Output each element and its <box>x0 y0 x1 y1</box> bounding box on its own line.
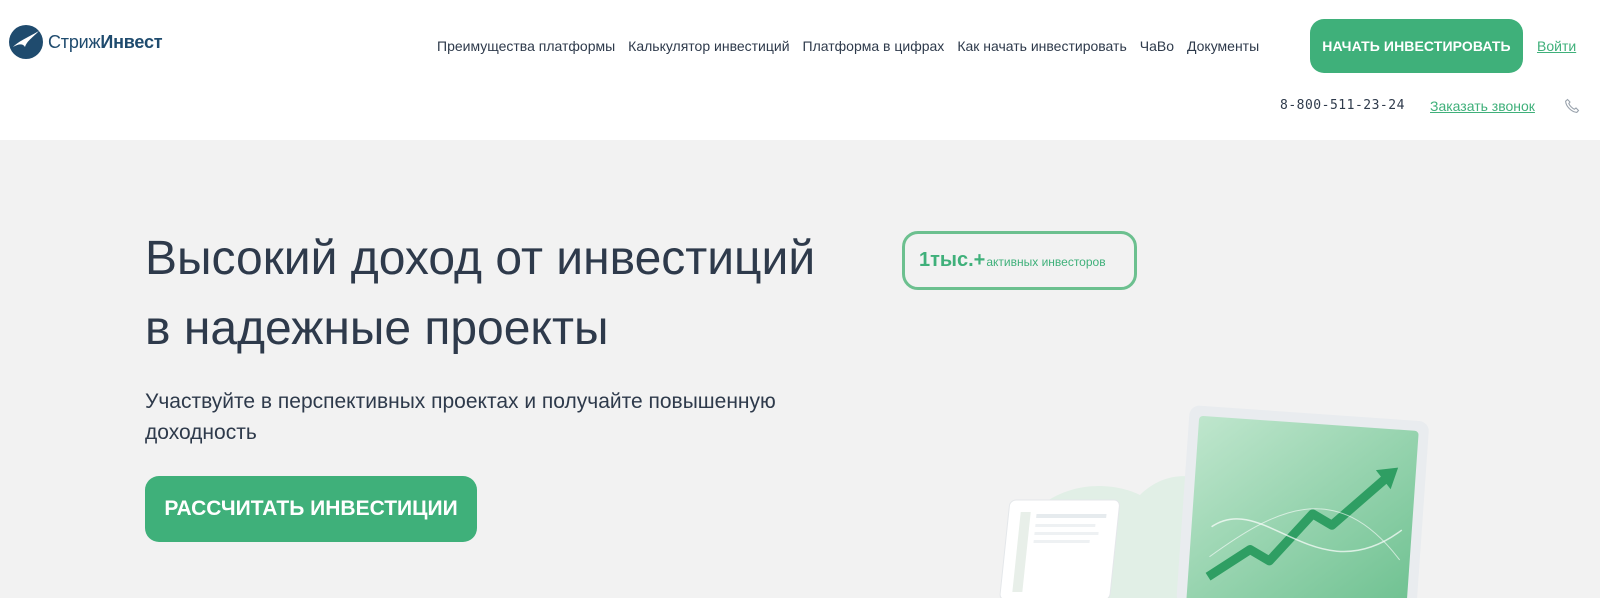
site-header: СтрижИнвест Преимущества платформы Кальк… <box>0 0 1600 140</box>
investors-count: 1тыс.+ <box>919 249 986 271</box>
hero-title: Высокий доход от инвестиций в надежные п… <box>145 224 905 364</box>
nav-item-advantages[interactable]: Преимущества платформы <box>437 38 615 54</box>
investors-badge: 1тыс.+ активных инвесторов <box>902 231 1137 290</box>
main-nav: Преимущества платформы Калькулятор инвес… <box>437 38 1259 54</box>
nav-item-how-to-start[interactable]: Как начать инвестировать <box>957 38 1126 54</box>
phone-number[interactable]: 8-800-511-23-24 <box>1280 98 1405 113</box>
hero-title-line-2: в надежные проекты <box>145 302 609 355</box>
hero-subtitle: Участвуйте в перспективных проектах и по… <box>145 390 776 444</box>
login-link[interactable]: Войти <box>1537 38 1576 54</box>
nav-item-faq[interactable]: ЧаВо <box>1140 38 1174 54</box>
request-callback-link[interactable]: Заказать звонок <box>1430 98 1535 114</box>
nav-item-stats[interactable]: Платформа в цифрах <box>803 38 945 54</box>
calculate-investments-button[interactable]: РАССЧИТАТЬ ИНВЕСТИЦИИ <box>145 476 477 542</box>
logo-text: СтрижИнвест <box>48 31 163 52</box>
logo[interactable]: СтрижИнвест <box>9 25 163 59</box>
logo-swift-icon <box>9 25 43 59</box>
laptop-chart-illustration <box>999 405 1429 598</box>
hero-section: Высокий доход от инвестиций в надежные п… <box>0 140 1600 598</box>
start-investing-button[interactable]: НАЧАТЬ ИНВЕСТИРОВАТЬ <box>1310 19 1523 73</box>
phone-icon[interactable] <box>1564 98 1580 114</box>
nav-item-calculator[interactable]: Калькулятор инвестиций <box>628 38 789 54</box>
investors-label: активных инвесторов <box>986 255 1106 269</box>
nav-item-documents[interactable]: Документы <box>1187 38 1259 54</box>
hero-title-line-1: Высокий доход от инвестиций <box>145 232 816 285</box>
